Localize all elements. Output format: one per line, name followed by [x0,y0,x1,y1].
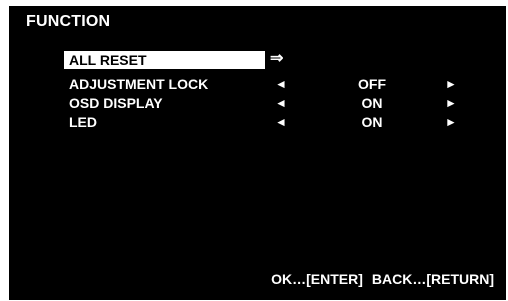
led-menu-item[interactable]: LED ◄ ON ► [64,113,494,131]
left-arrow-icon[interactable]: ◄ [275,113,287,131]
led-label: LED [69,114,97,130]
adjustment-lock-menu-item[interactable]: ADJUSTMENT LOCK ◄ OFF ► [64,75,494,93]
osd-display-label: OSD DISPLAY [69,95,163,111]
right-arrow-icon[interactable]: ► [445,75,457,93]
right-arrow-icon[interactable]: ► [445,113,457,131]
adjustment-lock-label: ADJUSTMENT LOCK [69,76,209,92]
enter-arrow-icon: ⇒ [270,50,284,67]
all-reset-label: ALL RESET [69,52,147,68]
menu-title: FUNCTION [26,13,111,30]
function-osd-menu: FUNCTION ALL RESET ⇒ ADJUSTMENT LOCK ◄ O… [9,6,506,300]
osd-display-menu-item[interactable]: OSD DISPLAY ◄ ON ► [64,94,494,112]
adjustment-lock-value: OFF [358,76,386,92]
left-arrow-icon[interactable]: ◄ [275,75,287,93]
ok-enter-hint: OK…[ENTER] [271,271,363,287]
all-reset-menu-item[interactable]: ALL RESET ⇒ [64,50,494,69]
button-hints: OK…[ENTER] BACK…[RETURN] [271,271,494,287]
left-arrow-icon[interactable]: ◄ [275,94,287,112]
osd-display-value: ON [361,95,383,111]
right-arrow-icon[interactable]: ► [445,94,457,112]
led-value: ON [361,114,383,130]
back-return-hint: BACK…[RETURN] [371,271,494,287]
